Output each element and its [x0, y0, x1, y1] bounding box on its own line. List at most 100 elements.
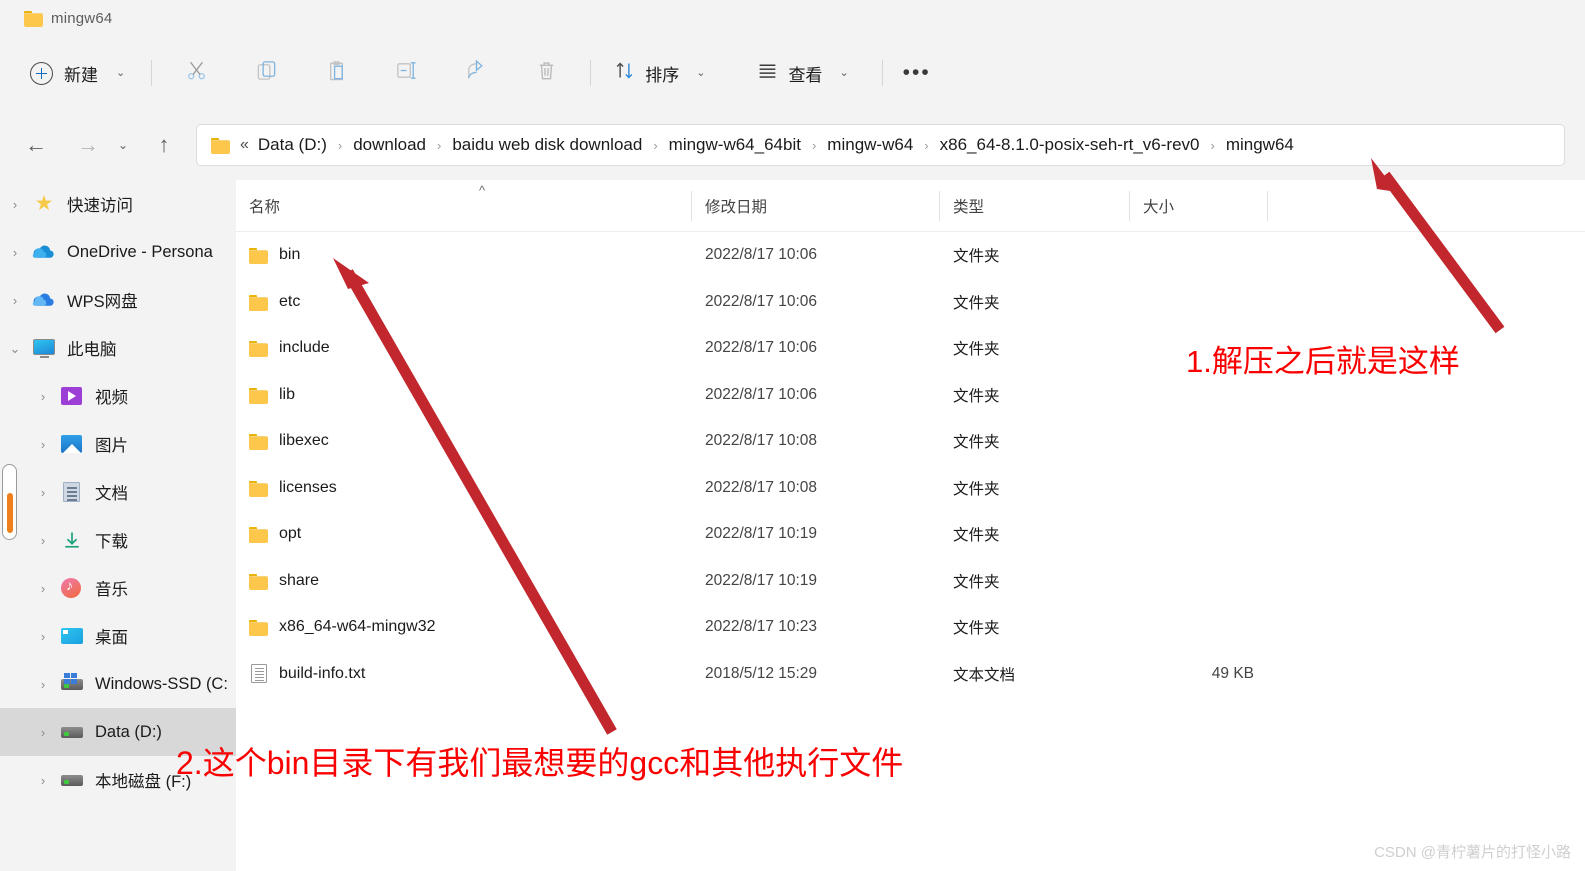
chevron-right-icon[interactable]: › [433, 135, 445, 156]
breadcrumb-item-1[interactable]: download [348, 132, 431, 158]
table-row[interactable]: lib 2022/8/17 10:06 文件夹 [236, 372, 1585, 419]
file-name-cell[interactable]: x86_64-w64-mingw32 [236, 618, 692, 637]
sidebar-item-8[interactable]: › 音乐 [0, 564, 236, 612]
chevron-right-icon[interactable]: › [0, 246, 30, 259]
sidebar-scrollbar[interactable] [2, 464, 17, 540]
view-button[interactable]: 查看 ⌄ [748, 53, 857, 93]
rename-button[interactable] [384, 53, 428, 93]
file-type-cell: 文件夹 [953, 294, 1000, 312]
sort-button[interactable]: 排序 ⌄ [605, 53, 714, 93]
sidebar-item-11[interactable]: › Data (D:) [0, 708, 236, 756]
cut-button[interactable] [174, 53, 218, 93]
more-options-button[interactable]: ••• [895, 53, 939, 93]
paste-button[interactable] [314, 53, 358, 93]
forward-button[interactable]: → [68, 125, 108, 165]
share-button[interactable] [454, 53, 498, 93]
rename-icon [395, 59, 418, 87]
breadcrumb-overflow[interactable]: « [238, 133, 251, 157]
chevron-right-icon[interactable]: › [649, 135, 661, 156]
address-bar[interactable]: « Data (D:) › download › baidu web disk … [196, 124, 1565, 166]
breadcrumb-item-4[interactable]: mingw-w64 [822, 132, 918, 158]
file-name-label: include [279, 339, 330, 357]
file-name-cell[interactable]: build-info.txt [236, 664, 692, 684]
breadcrumb-item-5[interactable]: x86_64-8.1.0-posix-seh-rt_v6-rev0 [935, 132, 1205, 158]
file-size-cell: 49 KB [1211, 664, 1254, 682]
toolbar-divider-1 [151, 60, 153, 86]
column-header-date[interactable]: 修改日期 [692, 189, 940, 223]
file-name-cell[interactable]: bin [236, 246, 692, 265]
table-row[interactable]: build-info.txt 2018/5/12 15:29 文本文档 49 KB [236, 651, 1585, 698]
chevron-right-icon[interactable]: › [808, 135, 820, 156]
chevron-right-icon[interactable]: › [920, 135, 932, 156]
chevron-right-icon[interactable]: › [28, 774, 58, 787]
chevron-right-icon[interactable]: › [28, 678, 58, 691]
table-row[interactable]: x86_64-w64-mingw32 2022/8/17 10:23 文件夹 [236, 604, 1585, 651]
file-name-label: build-info.txt [279, 664, 366, 682]
folder-icon [249, 387, 268, 404]
file-name-cell[interactable]: include [236, 339, 692, 358]
table-row[interactable]: bin 2022/8/17 10:06 文件夹 [236, 232, 1585, 279]
chevron-down-icon[interactable]: ⌄ [0, 342, 30, 355]
chevron-right-icon[interactable]: › [28, 438, 58, 451]
breadcrumb-item-3[interactable]: mingw-w64_64bit [664, 132, 806, 158]
table-row[interactable]: etc 2022/8/17 10:06 文件夹 [236, 279, 1585, 326]
sidebar-item-12[interactable]: › 本地磁盘 (F:) [0, 756, 236, 804]
copy-button[interactable] [244, 53, 288, 93]
column-divider[interactable] [1267, 191, 1268, 221]
table-row[interactable]: opt 2022/8/17 10:19 文件夹 [236, 511, 1585, 558]
up-button[interactable]: ↑ [144, 125, 184, 165]
sidebar-item-2[interactable]: › WPS网盘 [0, 276, 236, 324]
table-row[interactable]: include 2022/8/17 10:06 文件夹 [236, 325, 1585, 372]
sidebar-item-1[interactable]: › OneDrive - Persona [0, 228, 236, 276]
sidebar-item-5[interactable]: › 图片 [0, 420, 236, 468]
file-name-cell[interactable]: opt [236, 525, 692, 544]
chevron-right-icon[interactable]: › [28, 390, 58, 403]
file-name-cell[interactable]: lib [236, 386, 692, 404]
table-row[interactable]: share 2022/8/17 10:19 文件夹 [236, 558, 1585, 605]
file-name-cell[interactable]: libexec [236, 432, 692, 451]
onedrive-cloud-icon [30, 241, 58, 263]
breadcrumb-item-2[interactable]: baidu web disk download [447, 132, 647, 158]
column-header-size[interactable]: 大小 [1130, 189, 1268, 223]
sidebar-item-10[interactable]: › Windows-SSD (C: [0, 660, 236, 708]
sidebar-item-9[interactable]: › 桌面 [0, 612, 236, 660]
file-date-cell: 2022/8/17 10:08 [705, 478, 818, 496]
chevron-right-icon[interactable]: › [28, 486, 58, 499]
chevron-right-icon[interactable]: › [28, 534, 58, 547]
sidebar-item-4[interactable]: › 视频 [0, 372, 236, 420]
sidebar-scrollbar-thumb[interactable] [7, 493, 13, 533]
delete-button[interactable] [524, 53, 568, 93]
file-name-label: bin [279, 246, 301, 264]
sidebar-item-0[interactable]: › ★ 快速访问 [0, 180, 236, 228]
file-name-cell[interactable]: share [236, 572, 692, 590]
drive-icon [58, 769, 86, 791]
chevron-right-icon[interactable]: › [28, 630, 58, 643]
file-type-cell: 文件夹 [953, 248, 1000, 266]
column-header-name[interactable]: 名称 [236, 189, 692, 223]
column-header-type[interactable]: 类型 [940, 189, 1130, 223]
breadcrumb-item-6[interactable]: mingw64 [1221, 132, 1299, 158]
sort-button-label: 排序 [645, 65, 680, 85]
recent-locations-button[interactable]: ⌄ [108, 125, 138, 165]
sidebar-item-3[interactable]: ⌄ 此电脑 [0, 324, 236, 372]
table-row[interactable]: libexec 2022/8/17 10:08 文件夹 [236, 418, 1585, 465]
chevron-right-icon[interactable]: › [0, 198, 30, 211]
file-name-cell[interactable]: licenses [236, 479, 692, 497]
explorer-tab-mingw64[interactable]: mingw64 [14, 1, 122, 35]
file-name-cell[interactable]: etc [236, 293, 692, 311]
chevron-right-icon[interactable]: › [0, 294, 30, 307]
chevron-right-icon[interactable]: › [28, 726, 58, 739]
chevron-right-icon[interactable]: › [334, 135, 346, 156]
chevron-right-icon[interactable]: › [28, 582, 58, 595]
back-button[interactable]: ← [16, 125, 56, 165]
sidebar-item-6[interactable]: › 文档 [0, 468, 236, 516]
chevron-right-icon[interactable]: › [1206, 135, 1218, 156]
new-button[interactable]: 新建 ⌄ [22, 53, 135, 93]
sidebar-item-label: 快速访问 [67, 197, 133, 215]
sidebar-item-7[interactable]: › 下载 [0, 516, 236, 564]
column-header-type-label: 类型 [953, 199, 985, 216]
pictures-icon [58, 433, 86, 455]
breadcrumb-item-0[interactable]: Data (D:) [253, 132, 332, 158]
this-pc-monitor-icon [30, 337, 58, 359]
table-row[interactable]: licenses 2022/8/17 10:08 文件夹 [236, 465, 1585, 512]
